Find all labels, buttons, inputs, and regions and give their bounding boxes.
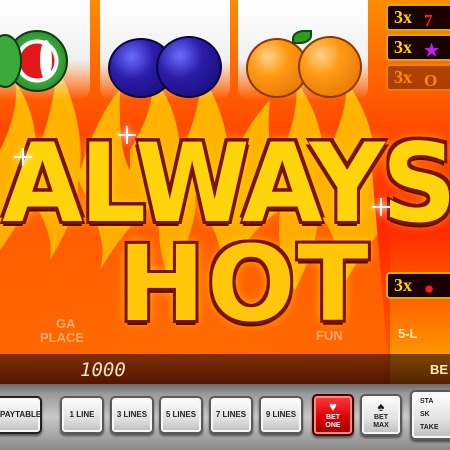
sparkle-icon (118, 126, 136, 144)
reel-1 (0, 0, 90, 100)
bet-max-label-1: BET (374, 414, 388, 421)
sparkle-icon (372, 198, 390, 216)
bet-max-label-2: MAX (373, 422, 389, 429)
heart-icon: ♥ (329, 399, 337, 414)
game-title: ALWAYS HOT (0, 118, 450, 345)
nine-lines-button[interactable]: 9 LINES (259, 396, 303, 434)
bet-max-button[interactable]: ♠ BET MAX (360, 394, 402, 436)
paytable-row: 3x ★ (386, 34, 450, 61)
title-hot: HOT (118, 223, 371, 345)
credit-display: 1000 (80, 359, 126, 381)
start-label-3: TAKE (420, 424, 439, 431)
start-label-1: STA (420, 398, 434, 405)
paytable-button[interactable]: PAYTABLE (0, 396, 42, 434)
reel-3 (238, 0, 368, 100)
sparkle-icon (14, 148, 32, 166)
reel-2 (100, 0, 230, 100)
bet-one-label-1: BET (326, 414, 340, 421)
credit-strip (0, 354, 450, 384)
start-label-2: SK (420, 411, 430, 418)
bg-label-bet: BE (430, 362, 449, 377)
three-lines-button[interactable]: 3 LINES (110, 396, 154, 434)
five-lines-button[interactable]: 5 LINES (159, 396, 203, 434)
one-line-button[interactable]: 1 LINE (60, 396, 104, 434)
pay-multiplier: 3x (394, 7, 412, 27)
spade-icon: ♠ (377, 399, 385, 414)
bet-one-button[interactable]: ♥ BET ONE (312, 394, 354, 436)
paytable-row: 3x 7 (386, 4, 450, 31)
bet-one-label-2: ONE (325, 422, 341, 429)
pay-multiplier: 3x (394, 37, 412, 57)
start-button[interactable]: STA SK TAKE (410, 390, 450, 440)
ring-icon: O (424, 71, 438, 90)
button-bar: PAYTABLE 1 LINE 3 LINES 5 LINES 7 LINES … (0, 384, 450, 450)
pay-multiplier: 3x (394, 67, 412, 87)
orange-icon-2 (298, 36, 362, 98)
game-screen: 3x 7 3x ★ 3x O 3x ● GA PLACE FUN 5-L ALW… (0, 0, 450, 384)
paytable-panel: 3x 7 3x ★ 3x O 3x ● (386, 4, 450, 299)
plum-icon-2 (156, 36, 222, 98)
star-icon: ★ (424, 41, 440, 60)
seed-icon (40, 40, 52, 80)
seven-icon: 7 (424, 11, 433, 30)
paytable-row: 3x O (386, 64, 450, 91)
seven-lines-button[interactable]: 7 LINES (209, 396, 253, 434)
